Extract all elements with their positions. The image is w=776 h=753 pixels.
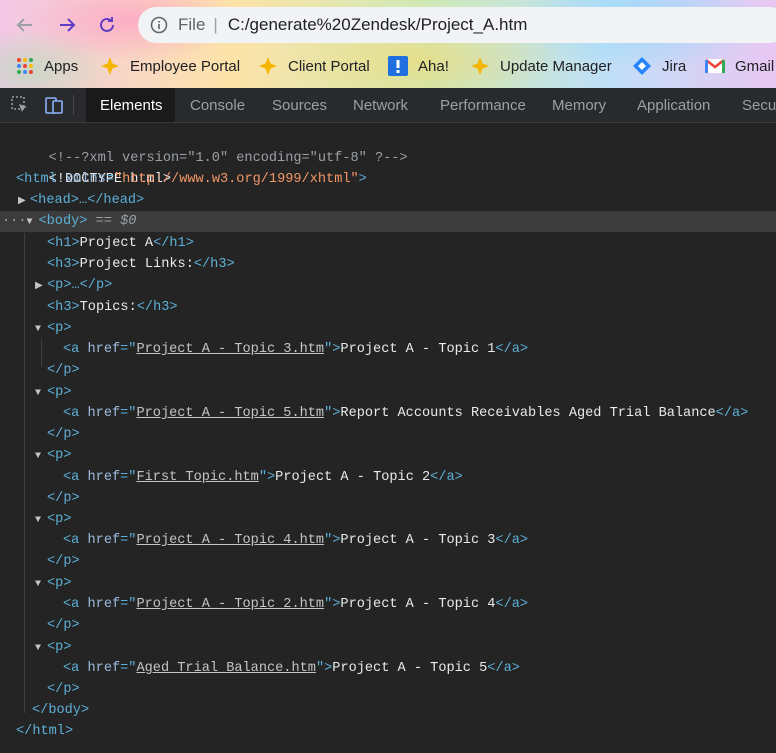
bookmark-label: Client Portal	[288, 57, 370, 75]
inspect-cursor-icon	[11, 96, 27, 112]
tab-memory[interactable]: Memory	[552, 88, 606, 122]
elements-dom-tree: <!--?xml version="1.0" encoding="utf-8" …	[0, 123, 776, 753]
apps-grid-icon	[16, 57, 34, 75]
scheme-label: File	[178, 15, 206, 34]
collapse-triangle-icon[interactable]: ▼	[35, 638, 47, 659]
dom-node-body[interactable]: ···▼ <body> == $0	[0, 211, 776, 232]
tab-network[interactable]: Network	[353, 88, 408, 122]
dom-node-p[interactable]: ▼ <p>	[0, 445, 776, 466]
dom-node-html[interactable]: <html xmlns="http://www.w3.org/1999/xhtm…	[0, 169, 776, 190]
tab-console[interactable]: Console	[190, 88, 245, 122]
dom-node-p[interactable]: ▼ <p>	[0, 637, 776, 658]
collapse-triangle-icon[interactable]: ▼	[35, 574, 47, 595]
arrow-left-icon	[16, 18, 32, 32]
dom-node-body-close[interactable]: </body>	[0, 700, 776, 721]
href-link[interactable]: Project_A_-_Topic_5.htm	[136, 406, 324, 421]
collapse-triangle-icon[interactable]: ▼	[35, 510, 47, 531]
toolbar-divider	[73, 95, 74, 115]
href-link[interactable]: Aged_Trial_Balance.htm	[136, 661, 315, 676]
dom-node-p-collapsed[interactable]: ▶ <p>…</p>	[0, 275, 776, 296]
dom-node-a[interactable]: <a href="Project_A_-_Topic_4.htm">Projec…	[0, 530, 776, 551]
reload-icon	[100, 17, 114, 32]
collapse-triangle-icon[interactable]: ▼	[35, 446, 47, 467]
bookmark-label: Update Manager	[500, 57, 612, 75]
dom-node-a[interactable]: <a href="Project_A_-_Topic_5.htm">Report…	[0, 403, 776, 424]
dom-node-html-close[interactable]: </html>	[0, 721, 776, 742]
forward-button[interactable]	[54, 12, 80, 38]
bookmark-label: Gmail	[735, 57, 775, 75]
expand-triangle-icon[interactable]: ▶	[18, 191, 30, 212]
address-bar[interactable]: File | C:/generate%20Zendesk/Project_A.h…	[138, 7, 776, 43]
bookmark-apps[interactable]: Apps	[16, 50, 78, 82]
bookmark-gmail[interactable]: Gmail	[705, 50, 774, 82]
dom-node-p[interactable]: ▼ <p>	[0, 318, 776, 339]
bookmark-employee-portal[interactable]: Employee Portal	[100, 50, 240, 82]
device-mobile-icon	[45, 97, 63, 114]
bookmark-label: Apps	[44, 57, 79, 75]
bookmarks-bar: Apps Employee Portal Client Portal Aha! …	[0, 50, 776, 82]
bookmark-jira[interactable]: Jira	[632, 50, 686, 82]
href-link[interactable]: Project_A_-_Topic_3.htm	[136, 342, 324, 357]
address-url: C:/generate%20Zendesk/Project_A.htm	[227, 15, 528, 34]
dom-node-h1[interactable]: <h1>Project A</h1>	[0, 233, 776, 254]
dom-node-p[interactable]: ▼ <p>	[0, 382, 776, 403]
aha-icon	[388, 56, 408, 76]
back-button[interactable]	[12, 12, 38, 38]
tab-elements[interactable]: Elements	[86, 88, 175, 122]
dom-node-a[interactable]: <a href="First_Topic.htm">Project A - To…	[0, 467, 776, 488]
dom-node-h3-links[interactable]: <h3>Project Links:</h3>	[0, 254, 776, 275]
bookmark-label: Aha!	[418, 57, 449, 75]
bookmark-label: Jira	[662, 57, 687, 75]
more-dots-icon: ···	[2, 214, 27, 229]
inspect-element-button[interactable]	[6, 88, 34, 122]
browser-chrome: File | C:/generate%20Zendesk/Project_A.h…	[0, 0, 776, 88]
address-separator: |	[213, 15, 218, 34]
dom-node-doctype[interactable]: <!DOCTYPE html>	[0, 148, 776, 187]
tab-sources[interactable]: Sources	[272, 88, 327, 122]
bookmark-update-manager[interactable]: Update Manager	[470, 50, 612, 82]
reload-button[interactable]	[94, 12, 120, 38]
dom-node-a[interactable]: <a href="Project_A_-_Topic_2.htm">Projec…	[0, 594, 776, 615]
tab-performance[interactable]: Performance	[440, 88, 526, 122]
href-link[interactable]: Project_A_-_Topic_2.htm	[136, 597, 324, 612]
dom-node-h3-topics[interactable]: <h3>Topics:</h3>	[0, 297, 776, 318]
dom-node-p[interactable]: ▼ <p>	[0, 573, 776, 594]
bookmark-client-portal[interactable]: Client Portal	[258, 50, 370, 82]
star-diamond-icon	[258, 56, 278, 76]
star-diamond-icon	[470, 56, 490, 76]
dom-node-p[interactable]: ▼ <p>	[0, 509, 776, 530]
dom-node-a[interactable]: <a href="Project_A_-_Topic_3.htm">Projec…	[0, 339, 776, 360]
device-toolbar-button[interactable]	[40, 88, 68, 122]
info-icon	[150, 16, 168, 34]
collapse-triangle-icon[interactable]: ▼	[26, 212, 38, 233]
dom-node-head[interactable]: ▶ <head>…</head>	[0, 190, 776, 211]
arrow-right-icon	[60, 18, 76, 32]
collapse-triangle-icon[interactable]: ▼	[35, 319, 47, 340]
bookmark-aha[interactable]: Aha!	[388, 50, 449, 82]
dom-node-comment[interactable]: <!--?xml version="1.0" encoding="utf-8" …	[0, 127, 776, 166]
gmail-icon	[705, 58, 725, 74]
dom-node-a[interactable]: <a href="Aged_Trial_Balance.htm">Project…	[0, 658, 776, 679]
jira-icon	[632, 56, 652, 76]
tab-security[interactable]: Secu	[742, 88, 776, 122]
expand-triangle-icon[interactable]: ▶	[35, 276, 47, 297]
dom-node-p-close[interactable]: </p>	[0, 424, 776, 445]
href-link[interactable]: Project_A_-_Topic_4.htm	[136, 533, 324, 548]
dom-node-p-close[interactable]: </p>	[0, 488, 776, 509]
href-link[interactable]: First_Topic.htm	[136, 470, 258, 485]
selected-node-marker: == $0	[95, 214, 137, 229]
bookmark-label: Employee Portal	[130, 57, 241, 75]
dom-node-p-close[interactable]: </p>	[0, 679, 776, 700]
tab-application[interactable]: Application	[637, 88, 710, 122]
dom-node-p-close[interactable]: </p>	[0, 615, 776, 636]
dom-node-p-close[interactable]: </p>	[0, 360, 776, 381]
dom-node-p-close[interactable]: </p>	[0, 551, 776, 572]
collapse-triangle-icon[interactable]: ▼	[35, 383, 47, 404]
star-diamond-icon	[100, 56, 120, 76]
devtools-toolbar: Elements Console Sources Network Perform…	[0, 88, 776, 123]
